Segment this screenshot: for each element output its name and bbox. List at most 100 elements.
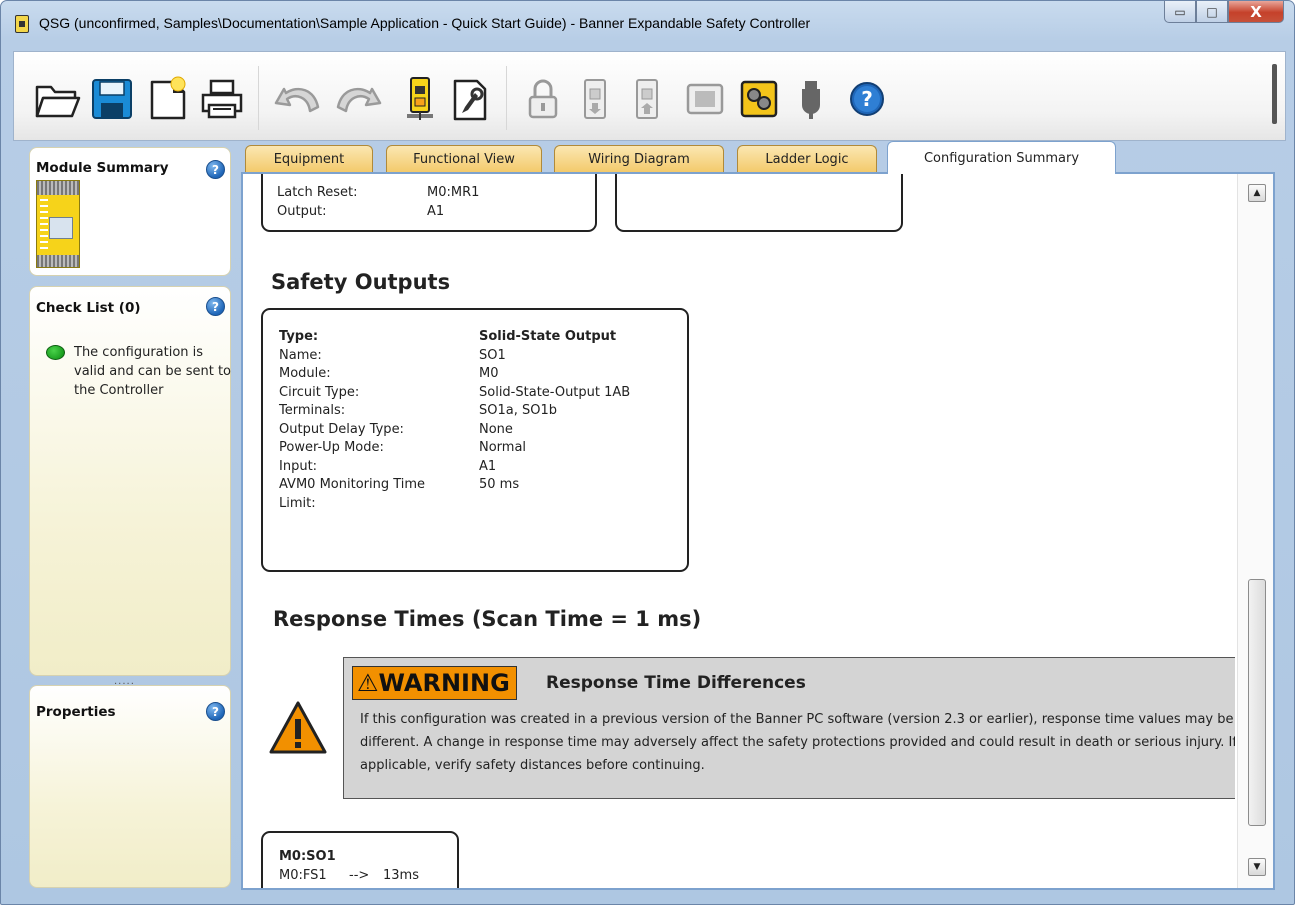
summary-row: Output Delay Type: None bbox=[279, 421, 687, 440]
warning-tag: ⚠ WARNING bbox=[352, 666, 517, 700]
row-value: None bbox=[479, 421, 513, 437]
module-terminal-top bbox=[37, 181, 79, 195]
help-icon: ? bbox=[850, 82, 884, 116]
row-key: Module: bbox=[279, 366, 331, 381]
read-controller-button[interactable] bbox=[572, 74, 618, 124]
row-key: Power-Up Mode: bbox=[279, 440, 384, 455]
safety-output-box: Type: Solid-State Output Name: SO1 Module… bbox=[261, 308, 689, 572]
summary-row: Power-Up Mode: Normal bbox=[279, 439, 687, 458]
warning-small-icon: ⚠ bbox=[357, 669, 379, 697]
row-value: Normal bbox=[479, 440, 527, 455]
open-button[interactable] bbox=[32, 74, 84, 124]
tab-ladder-logic[interactable]: Ladder Logic bbox=[737, 145, 877, 173]
close-button[interactable]: X bbox=[1228, 1, 1284, 23]
response-times-heading: Response Times (Scan Time = 1 ms) bbox=[273, 607, 702, 631]
write-controller-button[interactable] bbox=[624, 74, 670, 124]
module-button[interactable] bbox=[680, 74, 730, 124]
svg-text:?: ? bbox=[861, 87, 873, 111]
summary-row: Limit: bbox=[279, 495, 687, 514]
row-key: Terminals: bbox=[279, 403, 346, 418]
toolbar-separator bbox=[506, 66, 507, 130]
response-time-row: M0:FS1 --> 13ms bbox=[279, 867, 457, 886]
row-arrow: --> bbox=[349, 868, 370, 883]
tab-functional-view[interactable]: Functional View bbox=[386, 145, 542, 173]
tab-label: Ladder Logic bbox=[765, 152, 849, 167]
type-row: Type: Solid-State Output bbox=[279, 328, 687, 347]
summary-row: Output: A1 bbox=[277, 203, 595, 222]
maximize-icon: □ bbox=[1206, 4, 1218, 19]
row-value: SO1a, SO1b bbox=[479, 403, 557, 418]
row-value: Solid-State Output bbox=[479, 329, 617, 344]
title-bar[interactable]: QSG (unconfirmed, Samples\Documentation\… bbox=[1, 1, 1294, 45]
toolbar-overflow-grip[interactable] bbox=[1272, 64, 1277, 124]
warning-body: If this configuration was created in a p… bbox=[360, 712, 1235, 773]
summary-document: Latch Reset: M0:MR1 Output: A1 Safety Ou… bbox=[243, 174, 1235, 888]
row-key: Name: bbox=[279, 347, 322, 363]
row-value: A1 bbox=[427, 203, 445, 219]
document-settings-button[interactable] bbox=[446, 74, 494, 124]
minimize-button[interactable]: ▭ bbox=[1164, 1, 1196, 23]
safety-outputs-heading: Safety Outputs bbox=[271, 270, 451, 294]
help-glyph: ? bbox=[212, 704, 219, 719]
application-window: QSG (unconfirmed, Samples\Documentation\… bbox=[0, 0, 1295, 905]
check-status-text: The configuration is valid and can be se… bbox=[74, 345, 232, 398]
scroll-up-button[interactable]: ▲ bbox=[1248, 184, 1266, 202]
check-list-panel: Check List (0) ? The configuration is va… bbox=[29, 286, 231, 676]
toolbar-separator bbox=[258, 66, 259, 130]
module-terminal-bottom bbox=[37, 255, 79, 267]
tab-configuration-summary[interactable]: Configuration Summary bbox=[887, 141, 1116, 174]
module-led-column bbox=[40, 199, 48, 249]
live-mode-button[interactable] bbox=[734, 74, 784, 124]
scroll-down-button[interactable]: ▼ bbox=[1248, 858, 1266, 876]
module-thumbnail[interactable] bbox=[36, 180, 80, 268]
new-document-button[interactable] bbox=[142, 74, 194, 124]
module-summary-panel: Module Summary ? bbox=[29, 147, 231, 276]
properties-title: Properties bbox=[36, 704, 116, 720]
module-summary-help-icon[interactable]: ? bbox=[206, 160, 225, 179]
properties-help-icon[interactable]: ? bbox=[206, 702, 225, 721]
response-time-box: M0:SO1 M0:FS1 --> 13ms bbox=[261, 831, 459, 888]
usb-plug-button[interactable] bbox=[788, 74, 834, 124]
tab-wiring-diagram[interactable]: Wiring Diagram bbox=[554, 145, 724, 173]
live-mode-icon bbox=[740, 80, 778, 118]
redo-button[interactable] bbox=[330, 74, 386, 124]
lock-button[interactable] bbox=[520, 74, 566, 124]
row-key: Circuit Type: bbox=[279, 384, 360, 400]
write-controller-icon bbox=[636, 79, 658, 119]
read-controller-icon bbox=[584, 79, 606, 119]
minimize-icon: ▭ bbox=[1174, 4, 1186, 19]
vertical-scrollbar[interactable]: ▲ ▼ bbox=[1237, 174, 1273, 888]
new-document-icon bbox=[150, 76, 186, 120]
check-list-help-icon[interactable]: ? bbox=[206, 297, 225, 316]
row-key: Type: bbox=[279, 329, 319, 344]
module-summary-title: Module Summary bbox=[36, 160, 169, 176]
row-key: Latch Reset: bbox=[277, 185, 358, 200]
tab-label: Functional View bbox=[413, 152, 515, 167]
scroll-down-icon: ▼ bbox=[1253, 862, 1261, 872]
summary-row: Terminals: SO1a, SO1b bbox=[279, 402, 687, 421]
toolbar-help-button[interactable]: ? bbox=[842, 74, 892, 124]
valid-status-icon bbox=[46, 345, 65, 360]
scroll-up-icon: ▲ bbox=[1253, 188, 1261, 198]
save-button[interactable] bbox=[86, 74, 138, 124]
controller-icon bbox=[407, 77, 433, 120]
close-icon: X bbox=[1250, 2, 1262, 21]
warning-tag-text: WARNING bbox=[378, 669, 510, 697]
print-icon bbox=[201, 79, 243, 119]
help-glyph: ? bbox=[212, 162, 219, 177]
adjacent-summary-box bbox=[615, 174, 903, 232]
undo-button[interactable] bbox=[270, 74, 326, 124]
summary-row: AVM0 Monitoring Time 50 ms bbox=[279, 476, 687, 495]
save-icon bbox=[92, 79, 132, 119]
tab-equipment[interactable]: Equipment bbox=[245, 145, 373, 173]
controller-button[interactable] bbox=[396, 74, 444, 124]
maximize-button[interactable]: □ bbox=[1196, 1, 1228, 23]
check-list-title: Check List (0) bbox=[36, 300, 141, 316]
summary-row: Module: M0 bbox=[279, 365, 687, 384]
module-icon bbox=[686, 83, 724, 115]
row-value: M0 bbox=[479, 366, 499, 381]
row-key: Output: bbox=[277, 203, 327, 219]
tab-label: Equipment bbox=[273, 152, 345, 167]
print-button[interactable] bbox=[196, 74, 248, 124]
scroll-thumb[interactable] bbox=[1248, 579, 1266, 826]
